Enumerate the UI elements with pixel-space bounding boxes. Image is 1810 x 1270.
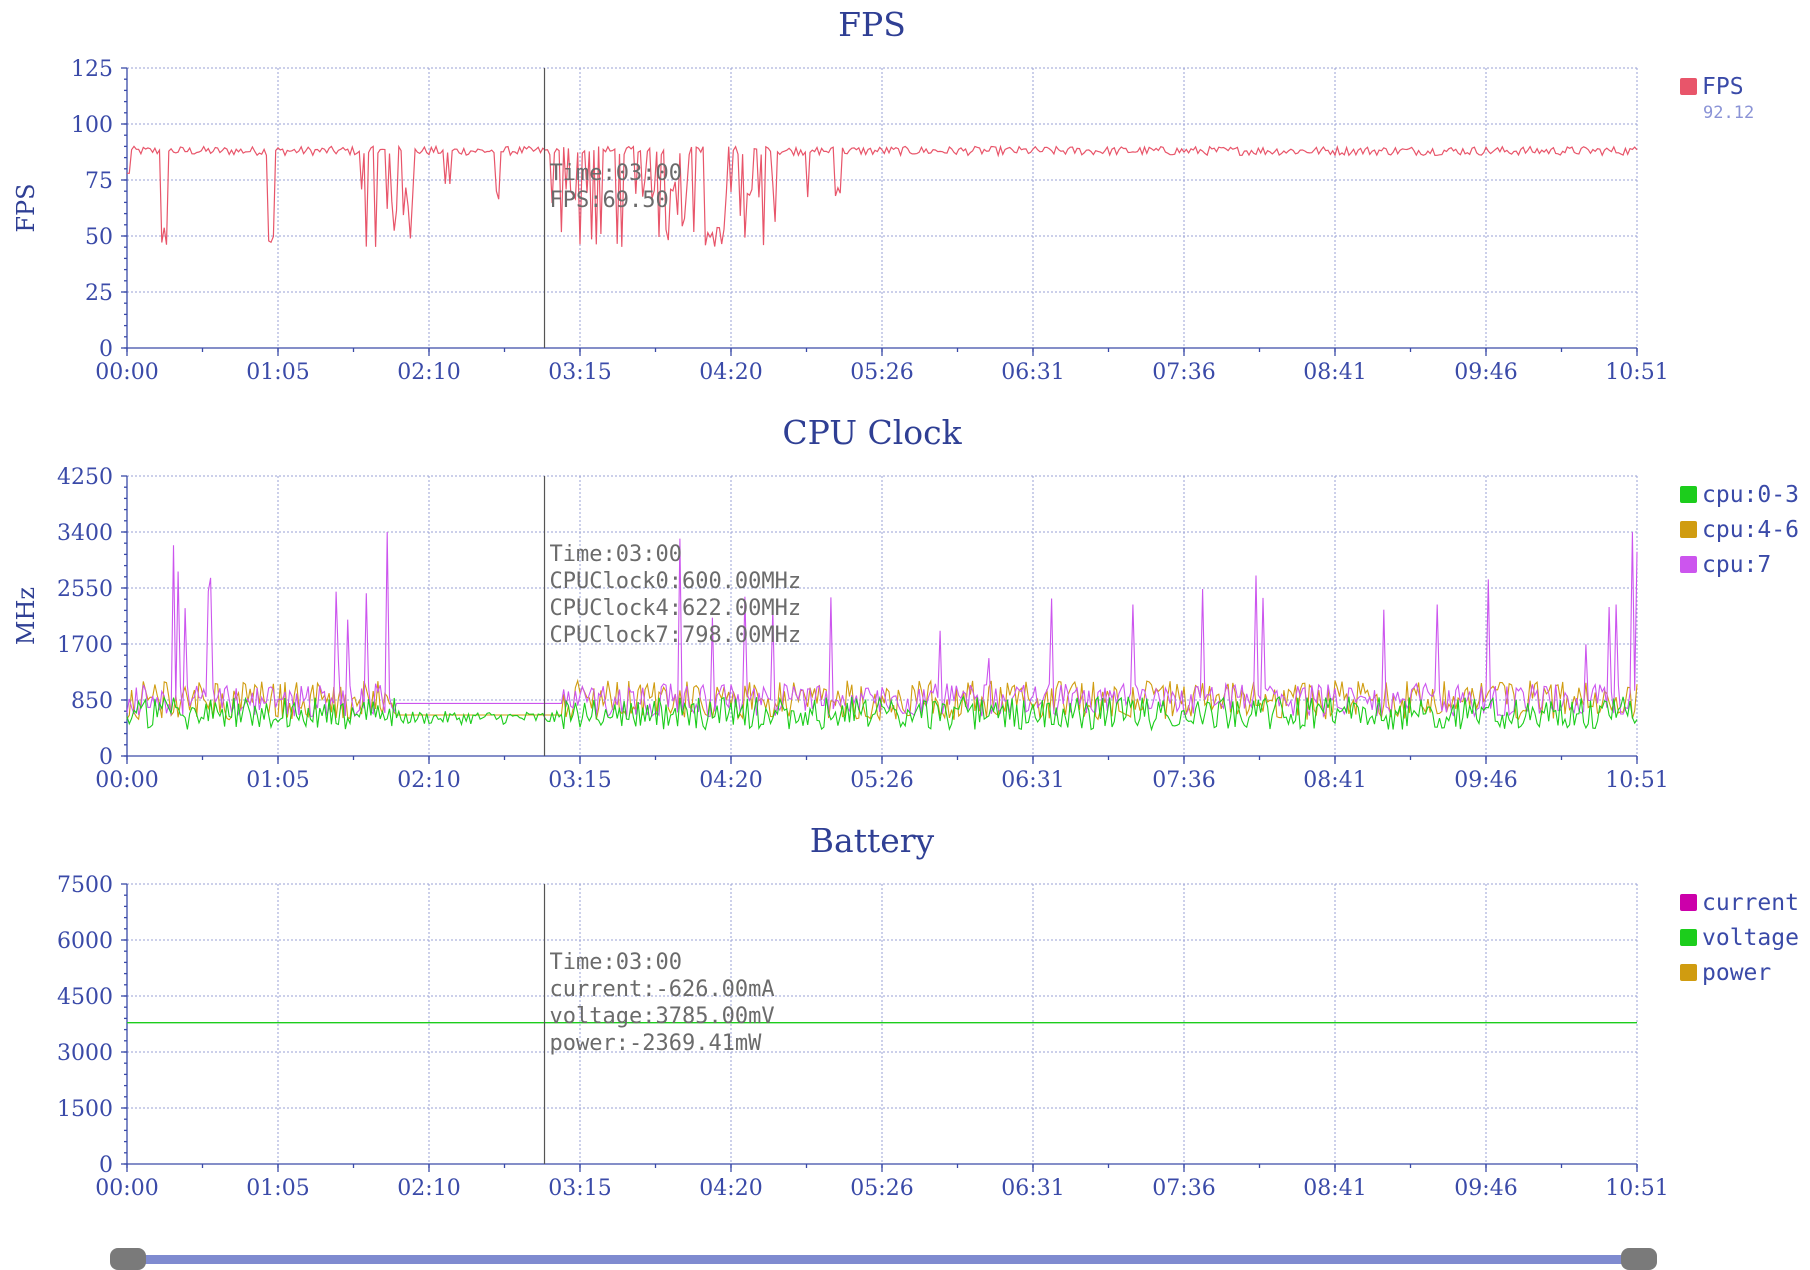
tooltip-line: FPS:69.50 (550, 188, 669, 213)
y-tick-label: 50 (85, 225, 113, 250)
x-tick-label: 00:00 (95, 768, 158, 793)
x-tick-label: 09:46 (1454, 1176, 1517, 1201)
legend-label[interactable]: power (1702, 960, 1771, 986)
x-tick-label: 07:36 (1152, 360, 1215, 385)
y-tick-label: 0 (99, 1153, 113, 1178)
x-tick-label: 09:46 (1454, 768, 1517, 793)
legend-label[interactable]: cpu:7 (1702, 552, 1771, 578)
x-tick-label: 06:31 (1001, 360, 1064, 385)
chart-fps: FPS FPS 0 25 50 75 100 125 00:00 01:05 02:10 03:15 0… (12, 5, 1754, 385)
tooltip-line: CPUClock0:600.00MHz (550, 569, 802, 594)
x-tick-label: 03:15 (548, 1176, 611, 1201)
chart-title: CPU Clock (782, 413, 962, 452)
tooltip-line: CPUClock7:798.00MHz (550, 623, 802, 648)
y-tick-label: 2550 (57, 577, 113, 602)
chart-title: FPS (838, 5, 906, 44)
x-tick-label: 02:10 (397, 1176, 460, 1201)
legend-label[interactable]: cpu:4-6 (1702, 517, 1799, 543)
legend-swatch[interactable] (1680, 521, 1697, 538)
y-tick-label: 0 (99, 745, 113, 770)
y-tick-label: 0 (99, 337, 113, 362)
tooltip-line: power:-2369.41mW (550, 1031, 763, 1056)
x-tick-label: 02:10 (397, 768, 460, 793)
y-tick-label: 3400 (57, 521, 113, 546)
legend-value: 92.12 (1703, 103, 1754, 123)
legend-label[interactable]: voltage (1702, 925, 1799, 951)
legend-swatch[interactable] (1680, 486, 1697, 503)
slider-track[interactable] (127, 1255, 1637, 1264)
tooltip-line: Time:03:00 (550, 542, 682, 567)
y-axis-label: MHz (12, 587, 40, 645)
x-tick-label: 05:26 (850, 360, 913, 385)
y-tick-label: 3000 (57, 1041, 113, 1066)
tooltip-line: Time:03:00 (550, 950, 682, 975)
x-tick-label: 08:41 (1303, 360, 1366, 385)
x-tick-label: 07:36 (1152, 1176, 1215, 1201)
legend-swatch[interactable] (1680, 929, 1697, 946)
x-tick-label: 03:15 (548, 768, 611, 793)
y-axis-label: FPS (12, 183, 40, 232)
y-tick-label: 4250 (57, 465, 113, 490)
x-tick-label: 05:26 (850, 768, 913, 793)
y-tick-label: 1500 (57, 1097, 113, 1122)
y-tick-label: 7500 (57, 873, 113, 898)
tooltip-line: Time:03:00 (550, 161, 682, 186)
legend-label[interactable]: FPS (1702, 74, 1744, 100)
x-tick-label: 04:20 (699, 768, 762, 793)
x-tick-label: 01:05 (246, 1176, 309, 1201)
x-tick-label: 10:51 (1605, 768, 1668, 793)
chart-title: Battery (810, 821, 935, 860)
x-tick-label: 10:51 (1605, 360, 1668, 385)
legend-swatch[interactable] (1680, 78, 1697, 95)
x-tick-label: 00:00 (95, 1176, 158, 1201)
legend-swatch[interactable] (1680, 964, 1697, 981)
x-tick-label: 04:20 (699, 360, 762, 385)
time-range-slider[interactable] (110, 1248, 1657, 1270)
x-tick-label: 01:05 (246, 360, 309, 385)
chart-cpu: CPU Clock MHz 0 850 1700 2550 3400 4250 00:00 01:… (12, 413, 1799, 793)
x-tick-label: 08:41 (1303, 1176, 1366, 1201)
legend-label[interactable]: current (1702, 890, 1799, 916)
legend-swatch[interactable] (1680, 894, 1697, 911)
y-tick-label: 25 (85, 281, 113, 306)
y-tick-label: 100 (71, 113, 113, 138)
x-tick-label: 07:36 (1152, 768, 1215, 793)
y-tick-label: 75 (85, 169, 113, 194)
x-tick-label: 05:26 (850, 1176, 913, 1201)
y-tick-label: 850 (71, 689, 113, 714)
x-tick-label: 09:46 (1454, 360, 1517, 385)
x-tick-label: 06:31 (1001, 768, 1064, 793)
legend-label[interactable]: cpu:0-3 (1702, 482, 1799, 508)
x-tick-label: 08:41 (1303, 768, 1366, 793)
slider-left-handle[interactable] (110, 1248, 146, 1270)
x-tick-label: 00:00 (95, 360, 158, 385)
y-tick-label: 125 (71, 57, 113, 82)
tooltip-line: current:-626.00mA (550, 977, 775, 1002)
y-tick-label: 6000 (57, 929, 113, 954)
x-tick-label: 06:31 (1001, 1176, 1064, 1201)
slider-right-handle[interactable] (1621, 1248, 1657, 1270)
x-tick-label: 01:05 (246, 768, 309, 793)
x-tick-label: 04:20 (699, 1176, 762, 1201)
dashboard-canvas: FPSFPS025507510012500:00 01:05 02:10 03:15 0… (12, 5, 1799, 1270)
x-tick-label: 10:51 (1605, 1176, 1668, 1201)
x-tick-label: 02:10 (397, 360, 460, 385)
tooltip-line: CPUClock4:622.00MHz (550, 596, 802, 621)
x-tick-label: 03:15 (548, 360, 611, 385)
y-tick-label: 1700 (57, 633, 113, 658)
chart-battery: Battery 0 1500 3000 4500 6000 7500 00:00 01:05 02… (57, 821, 1799, 1201)
legend-swatch[interactable] (1680, 556, 1697, 573)
y-tick-label: 4500 (57, 985, 113, 1010)
tooltip-line: voltage:3785.00mV (550, 1004, 775, 1029)
